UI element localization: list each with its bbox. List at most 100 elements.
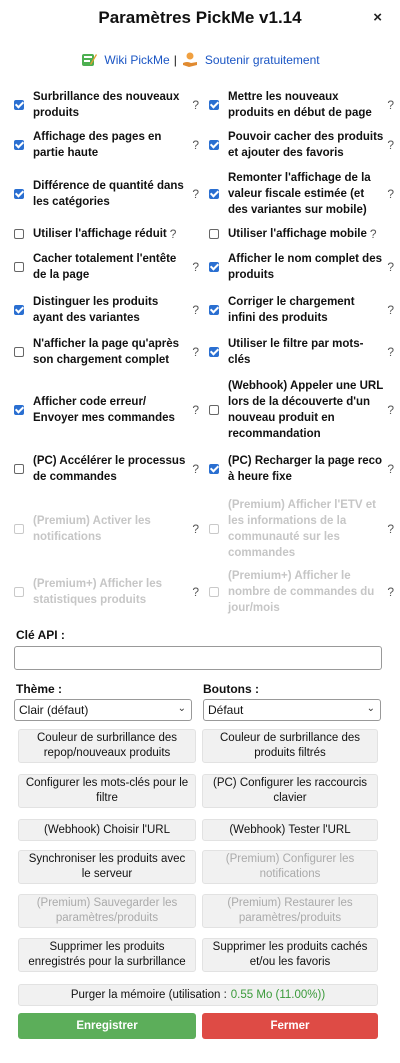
option-tax-value[interactable]: Remonter l'affichage de la valeur fiscal… (209, 165, 400, 223)
option-label: Afficher code erreur/ Envoyer mes comman… (33, 395, 175, 424)
close-icon[interactable]: × (373, 9, 382, 26)
checkbox[interactable] (14, 229, 24, 239)
option-new-products-highlight[interactable]: Surbrillance des nouveaux produits? (14, 84, 205, 125)
option-error-code[interactable]: Afficher code erreur/ Envoyer mes comman… (14, 373, 205, 446)
option-label: Cacher totalement l'entête de la page (33, 253, 177, 281)
buttons-label: Boutons : (203, 682, 259, 696)
help-icon[interactable]: ? (192, 260, 199, 274)
option-label: Pouvoir cacher des produits et ajouter d… (228, 131, 384, 159)
buttons-select[interactable]: Défaut ⌄ (203, 699, 381, 721)
help-icon[interactable]: ? (170, 227, 177, 241)
help-icon[interactable]: ? (192, 303, 199, 317)
help-icon[interactable]: ? (387, 345, 394, 359)
checkbox[interactable] (209, 305, 219, 315)
option-label: (Premium+) Afficher le nombre de command… (228, 569, 375, 614)
support-hand-icon (181, 51, 199, 69)
help-icon[interactable]: ? (370, 227, 377, 241)
option-label: Remonter l'affichage de la valeur fiscal… (228, 172, 371, 216)
option-label: (Webhook) Appeler une URL lors de la déc… (228, 379, 384, 440)
option-pages-top[interactable]: Affichage des pages en partie haute? (14, 125, 205, 165)
option-label: (PC) Accélérer le processus de commandes (33, 454, 186, 483)
option-mobile-display[interactable]: Utiliser l'affichage mobile? (209, 223, 400, 245)
option-label: (PC) Recharger la page reco à heure fixe (228, 454, 383, 483)
sync-products-button[interactable]: Synchroniser les produits avec le serveu… (18, 850, 196, 884)
premium-restore-button: (Premium) Restaurer les paramètres/produ… (202, 894, 378, 928)
wiki-link[interactable]: Wiki PickMe (104, 53, 169, 67)
checkbox[interactable] (209, 262, 219, 272)
help-icon[interactable]: ? (387, 138, 394, 152)
checkbox[interactable] (14, 404, 24, 415)
filtered-color-button[interactable]: Couleur de surbrillance des produits fil… (202, 729, 378, 763)
delete-hidden-favorites-button[interactable]: Supprimer les produits cachés et/ou les … (202, 938, 378, 972)
option-label: N'afficher la page qu'après son chargeme… (33, 338, 180, 366)
delete-highlighted-button[interactable]: Supprimer les produits enregistrés pour … (18, 938, 196, 972)
option-premium-etv: (Premium) Afficher l'ETV et les informat… (209, 491, 400, 566)
option-wait-full-load[interactable]: N'afficher la page qu'après son chargeme… (14, 331, 205, 373)
support-link[interactable]: Soutenir gratuitement (205, 53, 320, 67)
option-infinite-loading[interactable]: Corriger le chargement infini des produi… (209, 289, 400, 331)
option-keyword-filter[interactable]: Utiliser le filtre par mots-clés? (209, 331, 400, 373)
help-icon[interactable]: ? (192, 98, 199, 112)
option-reduced-display[interactable]: Utiliser l'affichage réduit? (14, 223, 205, 245)
checkbox[interactable] (209, 404, 219, 415)
option-label: Utiliser l'affichage réduit (33, 228, 167, 240)
help-icon[interactable]: ? (387, 303, 394, 317)
help-icon[interactable]: ? (192, 462, 199, 476)
option-label: Corriger le chargement infini des produi… (228, 296, 355, 324)
option-label: Surbrillance des nouveaux produits (33, 90, 180, 119)
checkbox[interactable] (14, 99, 24, 110)
help-icon[interactable]: ? (387, 187, 394, 201)
save-button[interactable]: Enregistrer (18, 1013, 196, 1039)
help-icon[interactable]: ? (387, 585, 394, 599)
webhook-test-url-button[interactable]: (Webhook) Tester l'URL (202, 819, 378, 841)
checkbox[interactable] (14, 305, 24, 315)
option-variants[interactable]: Distinguer les produits ayant des varian… (14, 289, 205, 331)
option-label: Utiliser le filtre par mots-clés (228, 338, 364, 366)
help-icon[interactable]: ? (387, 462, 394, 476)
help-icon[interactable]: ? (192, 522, 199, 536)
checkbox[interactable] (209, 189, 219, 199)
purge-memory-button[interactable]: Purger la mémoire (utilisation : 0.55 Mo… (18, 984, 378, 1006)
help-icon[interactable]: ? (387, 403, 394, 417)
configure-shortcuts-button[interactable]: (PC) Configurer les raccourcis clavier (202, 774, 378, 808)
help-icon[interactable]: ? (387, 260, 394, 274)
option-label: Utiliser l'affichage mobile (228, 228, 367, 240)
checkbox[interactable] (14, 347, 24, 357)
checkbox[interactable] (14, 262, 24, 272)
checkbox[interactable] (14, 140, 24, 150)
checkbox[interactable] (209, 229, 219, 239)
checkbox[interactable] (209, 347, 219, 357)
option-new-products-top[interactable]: Mettre les nouveaux produits en début de… (209, 84, 400, 125)
help-icon[interactable]: ? (192, 345, 199, 359)
option-label: Affichage des pages en partie haute (33, 131, 162, 159)
option-label: (Premium) Afficher l'ETV et les informat… (228, 498, 377, 559)
help-icon[interactable]: ? (192, 138, 199, 152)
checkbox[interactable] (209, 140, 219, 150)
checkbox[interactable] (209, 99, 219, 110)
api-key-input[interactable] (14, 646, 382, 670)
option-hide-header[interactable]: Cacher totalement l'entête de la page? (14, 245, 205, 289)
help-icon[interactable]: ? (387, 98, 394, 112)
help-icon[interactable]: ? (192, 187, 199, 201)
wiki-book-icon (80, 51, 98, 69)
option-label: (Premium+) Afficher les statistiques pro… (33, 577, 162, 606)
checkbox[interactable] (14, 463, 24, 474)
option-fast-order[interactable]: (PC) Accélérer le processus de commandes… (14, 446, 205, 491)
help-icon[interactable]: ? (192, 585, 199, 599)
configure-keywords-button[interactable]: Configurer les mots-clés pour le filtre (18, 774, 196, 808)
option-label: (Premium) Activer les notifications (33, 514, 151, 543)
help-icon[interactable]: ? (387, 522, 394, 536)
close-button[interactable]: Fermer (202, 1013, 378, 1039)
option-quantity-diff[interactable]: Différence de quantité dans les catégori… (14, 165, 205, 223)
theme-select[interactable]: Clair (défaut) ⌄ (14, 699, 192, 721)
webhook-choose-url-button[interactable]: (Webhook) Choisir l'URL (18, 819, 196, 841)
checkbox[interactable] (209, 463, 219, 474)
option-full-names[interactable]: Afficher le nom complet des produits? (209, 245, 400, 289)
help-icon[interactable]: ? (192, 403, 199, 417)
highlight-color-button[interactable]: Couleur de surbrillance des repop/nouvea… (18, 729, 196, 763)
option-webhook[interactable]: (Webhook) Appeler une URL lors de la déc… (209, 373, 400, 446)
option-reload-fixed-time[interactable]: (PC) Recharger la page reco à heure fixe… (209, 446, 400, 491)
option-hide-favorites[interactable]: Pouvoir cacher des produits et ajouter d… (209, 125, 400, 165)
checkbox[interactable] (14, 189, 24, 199)
premium-save-button: (Premium) Sauvegarder les paramètres/pro… (18, 894, 196, 928)
